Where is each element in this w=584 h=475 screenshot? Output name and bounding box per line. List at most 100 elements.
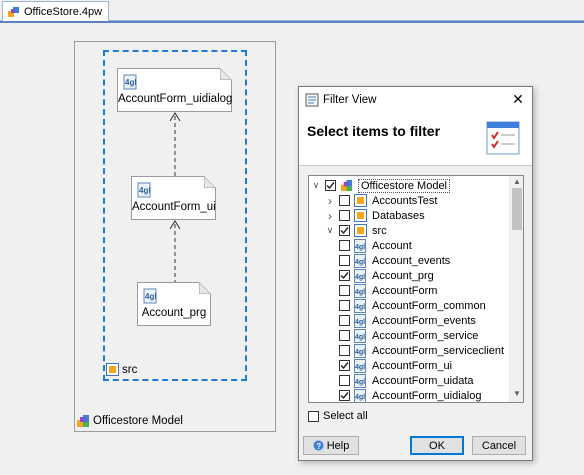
dialog-header: Select items to filter [299,112,532,166]
filter-tree[interactable]: ∨ Officestore Model › AccountsTest › Database… [308,175,524,403]
tree-item-label: AccountForm_service [372,329,479,342]
cancel-button[interactable]: Cancel [472,436,526,455]
tree-item[interactable]: ∨ src [325,223,387,238]
tree-item-checkbox[interactable] [339,390,350,401]
help-icon: ? [313,440,324,451]
document-tab[interactable]: OfficeStore.4pw [2,1,110,21]
tree-item-checkbox[interactable] [339,375,350,386]
tree-item-checkbox[interactable] [339,300,350,311]
model-icon [77,415,89,427]
diagram-node-label: Account_prg [141,307,207,319]
model-container-label: Officestore Model [76,414,183,428]
4gl-icon: 4gl [354,269,367,283]
project-icon [8,6,19,17]
dialog-titlebar[interactable]: Filter View ✕ [299,87,532,112]
tree-item-checkbox[interactable] [339,360,350,371]
tree-item[interactable]: 4gl Account_events [339,253,450,268]
dependency-arrow[interactable] [169,220,181,282]
4gl-file-icon: 4gl [137,182,151,198]
tree-item-label: Account [372,239,412,252]
checklist-icon [486,121,520,155]
tree-item-checkbox[interactable] [339,255,350,266]
select-all-label: Select all [323,410,368,422]
tree-item-label: Account_prg [372,269,434,282]
chevron-right-icon[interactable]: › [325,194,335,208]
svg-text:4gl: 4gl [145,292,157,301]
4gl-file-icon: 4gl [143,288,157,304]
tree-item-label: AccountForm_uidialog [372,389,482,402]
4gl-icon: 4gl [354,374,367,388]
svg-text:4gl: 4gl [355,349,365,356]
tree-item[interactable]: 4gl AccountForm_events [339,313,476,328]
svg-text:4gl: 4gl [355,304,365,311]
tree-item-checkbox[interactable] [339,210,350,221]
tree-item[interactable]: 4gl AccountForm_uidialog [339,388,482,402]
tree-item-label: AccountForm_events [372,314,476,327]
dependency-arrow[interactable] [169,112,181,176]
tree-item[interactable]: › AccountsTest [325,193,437,208]
tree-item-label: Account_events [372,254,451,267]
svg-text:4gl: 4gl [125,78,137,87]
cancel-button-label: Cancel [481,439,517,452]
tree-item-checkbox[interactable] [339,285,350,296]
tree-item-checkbox[interactable] [339,315,350,326]
filter-view-dialog: Filter View ✕ Select items to filter ∨ Of… [298,86,533,461]
tree-item[interactable]: ∨ Officestore Model [311,178,451,193]
tree-item-checkbox[interactable] [339,195,350,206]
tree-item-checkbox[interactable] [339,240,350,251]
4gl-icon: 4gl [354,389,367,402]
tree-item-checkbox[interactable] [339,330,350,341]
help-button[interactable]: ? Help [303,436,359,455]
close-icon[interactable]: ✕ [510,91,526,107]
tree-item-checkbox[interactable] [325,180,336,191]
4gl-icon: 4gl [354,329,367,343]
svg-text:4gl: 4gl [355,289,365,296]
help-button-label: Help [326,439,350,452]
svg-text:4gl: 4gl [355,259,365,266]
diagram-node-account-prg[interactable]: 4gl Account_prg [137,282,211,326]
folder-icon [354,194,367,207]
svg-text:4gl: 4gl [355,274,365,281]
tree-item-label: Databases [372,209,425,222]
diagram-node-label: AccountForm_uidialog [118,93,233,105]
tree-scrollbar[interactable]: ▲ ▼ [509,176,523,402]
4gl-icon: 4gl [354,299,367,313]
4gl-icon: 4gl [354,254,367,268]
tree-item-checkbox[interactable] [339,345,350,356]
svg-text:4gl: 4gl [355,379,365,386]
diagram-node-label: AccountForm_ui [132,201,216,213]
chevron-down-icon[interactable]: ∨ [325,225,335,236]
tree-item-label: AccountForm_common [372,299,486,312]
tree-item[interactable]: 4gl AccountForm_ui [339,358,452,373]
4gl-icon: 4gl [354,359,367,373]
tree-item-label: AccountForm [372,284,438,297]
svg-text:4gl: 4gl [139,186,151,195]
chevron-down-icon[interactable]: ∨ [311,180,321,191]
tree-item[interactable]: 4gl AccountForm_common [339,298,486,313]
tree-item[interactable]: 4gl AccountForm [339,283,437,298]
folder-icon [354,224,367,237]
diagram-node-accountform-ui[interactable]: 4gl AccountForm_ui [131,176,216,220]
tree-item-checkbox[interactable] [339,270,350,281]
diagram-node-accountform-uidialog[interactable]: 4gl AccountForm_uidialog [117,68,232,112]
4gl-icon: 4gl [354,284,367,298]
tree-item[interactable]: 4gl AccountForm_serviceclient [339,343,504,358]
tree-item[interactable]: 4gl Account_prg [339,268,434,283]
checkbox[interactable] [308,410,319,422]
scrollbar-thumb[interactable] [512,188,522,230]
tree-item[interactable]: 4gl AccountForm_uidata [339,373,474,388]
chevron-right-icon[interactable]: › [325,209,335,223]
tree-item[interactable]: 4gl AccountForm_service [339,328,478,343]
tree-item[interactable]: 4gl Account [339,238,412,253]
tree-item-checkbox[interactable] [339,225,350,236]
svg-text:4gl: 4gl [355,244,365,251]
tree-item-label: Officestore Model [358,178,451,193]
tree-item[interactable]: › Databases [325,208,425,223]
dialog-heading: Select items to filter [307,123,441,139]
scroll-down-icon[interactable]: ▼ [510,389,523,401]
ok-button-label: OK [429,439,445,452]
ok-button[interactable]: OK [410,436,464,455]
select-all-checkbox[interactable]: Select all [308,410,368,422]
dialog-title: Filter View [323,93,377,106]
document-tab-bar: OfficeStore.4pw [0,0,584,21]
